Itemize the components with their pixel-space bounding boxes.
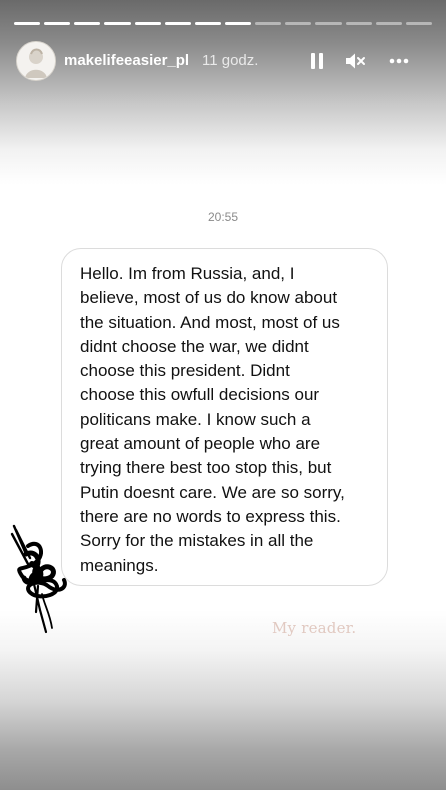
avatar-icon bbox=[17, 42, 55, 80]
progress-segment bbox=[14, 22, 41, 25]
progress-segment bbox=[315, 22, 342, 25]
progress-segment bbox=[285, 22, 312, 25]
profile-avatar[interactable] bbox=[16, 41, 56, 81]
message-line: choose this owfull decisions our bbox=[80, 385, 320, 405]
speaker-muted-icon[interactable] bbox=[344, 50, 366, 72]
message-line: didnt choose the war, we didnt bbox=[80, 336, 309, 356]
message-timestamp: 20:55 bbox=[207, 210, 239, 224]
story-progress-bar bbox=[14, 22, 432, 25]
progress-segment bbox=[74, 22, 101, 25]
message-line: politicans make. I know such a bbox=[80, 409, 311, 429]
pause-icon[interactable] bbox=[306, 50, 328, 72]
story-time-ago: 11 godz. bbox=[202, 52, 259, 69]
progress-segment bbox=[375, 22, 402, 25]
message-line: Putin doesnt care. We are so sorry, bbox=[80, 482, 345, 502]
more-options-icon[interactable] bbox=[388, 50, 410, 72]
progress-segment bbox=[224, 22, 252, 25]
progress-segment bbox=[405, 22, 432, 25]
progress-segment bbox=[345, 22, 372, 25]
message-line: believe, most of us do know about bbox=[80, 288, 338, 308]
progress-segment bbox=[164, 22, 191, 25]
message-line: Hello. Im from Russia, and, I bbox=[80, 264, 295, 283]
message-line: choose this president. Didnt bbox=[80, 361, 290, 381]
message-line: trying there best too stop this, but bbox=[80, 458, 332, 478]
message-line: meanings. bbox=[80, 555, 159, 575]
signature-text: My reader. bbox=[272, 619, 357, 637]
redaction-scribble bbox=[10, 524, 67, 634]
message-line: there are no words to express this. bbox=[80, 506, 341, 526]
progress-segment bbox=[255, 22, 282, 25]
progress-segment bbox=[104, 22, 131, 25]
profile-username[interactable]: makelifeeasier_pl bbox=[64, 52, 189, 69]
progress-segment bbox=[194, 22, 221, 25]
story-viewer[interactable]: makelifeeasier_pl 11 godz. 20:55 Hello. … bbox=[0, 0, 446, 790]
message-line: Sorry for the mistakes in all the bbox=[80, 531, 314, 551]
progress-segment bbox=[44, 22, 71, 25]
message-line: great amount of people who are bbox=[80, 434, 321, 454]
message-line: the situation. And most, most of us bbox=[80, 312, 340, 332]
message-bubble: Hello. Im from Russia, and, I believe, m… bbox=[61, 248, 388, 586]
progress-segment bbox=[134, 22, 161, 25]
story-header: makelifeeasier_pl 11 godz. bbox=[14, 41, 434, 83]
